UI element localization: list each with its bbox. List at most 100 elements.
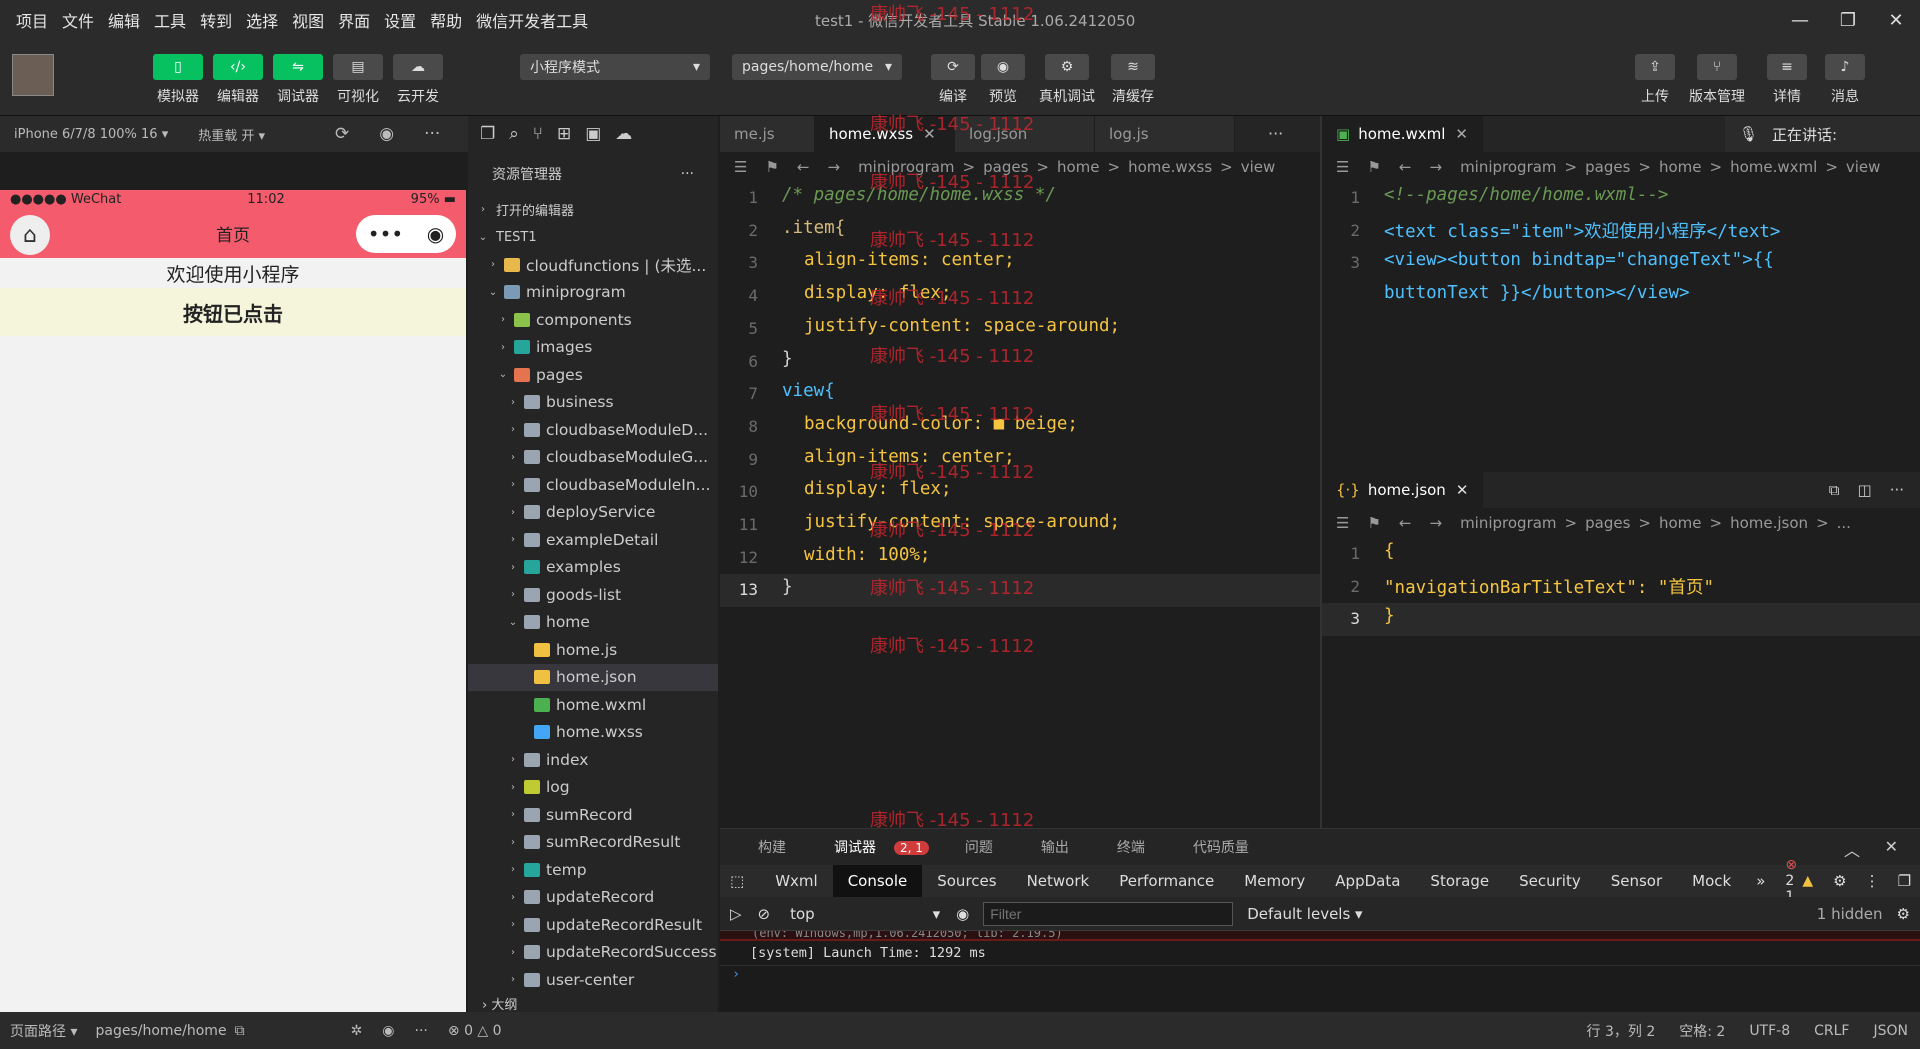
- tree-item[interactable]: › exampleDetail: [468, 526, 718, 554]
- forward-icon[interactable]: →: [1429, 158, 1442, 176]
- hot-reload-toggle[interactable]: 热重载 开 ▾: [198, 125, 265, 144]
- maximize-icon[interactable]: ❐: [1824, 0, 1872, 40]
- tree-item[interactable]: › components: [468, 306, 718, 334]
- tree-item[interactable]: home.wxml: [468, 691, 718, 719]
- breadcrumb-item[interactable]: miniprogram: [858, 158, 954, 176]
- panel-tab[interactable]: 构建: [734, 837, 810, 857]
- tree-item[interactable]: › log: [468, 774, 718, 802]
- menu-item-2[interactable]: 编辑: [101, 8, 147, 32]
- toolbar-right-btn-3[interactable]: ♪ 消息: [1810, 54, 1880, 106]
- tree-item[interactable]: › goods-list: [468, 581, 718, 609]
- devtools-tab[interactable]: Sources: [922, 865, 1011, 897]
- tab-home-wxml[interactable]: ▣ home.wxml ✕: [1322, 116, 1483, 152]
- code-line[interactable]: width: 100%;: [804, 545, 930, 565]
- tree-item[interactable]: › updateRecord: [468, 884, 718, 912]
- refresh-icon[interactable]: ⟳: [335, 124, 349, 144]
- context-select[interactable]: top ▾: [790, 905, 940, 923]
- inspect-icon[interactable]: ⬚: [720, 872, 760, 890]
- cursor-position[interactable]: 行 3，列 2: [1587, 1021, 1656, 1041]
- error-count[interactable]: ⊗ 0 △ 0: [448, 1023, 502, 1039]
- toolbar-mid-btn-2[interactable]: ⚙ 真机调试: [1032, 54, 1102, 106]
- language-mode[interactable]: JSON: [1873, 1023, 1908, 1039]
- code-line[interactable]: <view><button bindtap="changeText">{{: [1384, 250, 1774, 270]
- menu-item-1[interactable]: 文件: [55, 8, 101, 32]
- editor-tab[interactable]: log.json: [955, 116, 1095, 152]
- panel-tab[interactable]: 代码质量: [1169, 837, 1273, 857]
- code-line[interactable]: }: [782, 577, 793, 597]
- devtools-tab[interactable]: Network: [1012, 865, 1105, 897]
- collapse-icon[interactable]: ︿: [1844, 837, 1860, 861]
- tab-home-json[interactable]: {·} home.json ✕: [1322, 472, 1484, 508]
- panel-tab[interactable]: 终端: [1093, 837, 1169, 857]
- tree-item[interactable]: › updateRecordResult: [468, 911, 718, 939]
- breadcrumb-item[interactable]: >: [1710, 514, 1723, 532]
- breadcrumb-item[interactable]: >: [1825, 158, 1838, 176]
- tree-item[interactable]: › updateRecordSuccess: [468, 939, 718, 967]
- clicked-button[interactable]: 按钮已点击: [0, 288, 466, 336]
- menu-item-5[interactable]: 选择: [239, 8, 285, 32]
- extensions-icon[interactable]: ⊞: [557, 124, 571, 144]
- close-icon[interactable]: ✕: [1455, 125, 1468, 143]
- tree-item[interactable]: home.js: [468, 636, 718, 664]
- settings-icon[interactable]: ⚙: [1897, 905, 1910, 923]
- panel-tab[interactable]: 调试器 2, 1: [810, 837, 941, 857]
- code-line[interactable]: <!--pages/home/home.wxml-->: [1384, 185, 1668, 205]
- editor-tab[interactable]: log.js: [1095, 116, 1235, 152]
- code-line[interactable]: "navigationBarTitleText": "首页": [1384, 574, 1714, 599]
- more-tabs-icon[interactable]: »: [1746, 872, 1775, 890]
- split-icon[interactable]: ◫: [1858, 481, 1872, 499]
- breadcrumb-item[interactable]: home: [1659, 514, 1702, 532]
- dock-icon[interactable]: ❐: [1888, 872, 1920, 890]
- back-icon[interactable]: ←: [1399, 158, 1412, 176]
- toolbar-right-btn-0[interactable]: ⇪ 上传: [1620, 54, 1690, 106]
- code-line[interactable]: align-items: center;: [804, 250, 1015, 270]
- back-icon[interactable]: ←: [1399, 514, 1412, 532]
- devtools-tab[interactable]: Wxml: [760, 865, 833, 897]
- devtools-tab[interactable]: Console: [832, 865, 923, 897]
- more-icon[interactable]: ···: [1890, 481, 1904, 499]
- toolbar-btn-1[interactable]: ‹/› 编辑器: [208, 54, 268, 106]
- code-line[interactable]: buttonText }}</button></view>: [1384, 283, 1690, 303]
- toolbar-btn-2[interactable]: ⇋ 调试器: [268, 54, 328, 106]
- tree-item[interactable]: ⌄ miniprogram: [468, 279, 718, 307]
- tree-item[interactable]: › temp: [468, 856, 718, 884]
- clear-console-icon[interactable]: ⊘: [758, 905, 771, 923]
- menu-item-8[interactable]: 设置: [377, 8, 423, 32]
- stop-icon[interactable]: ◉: [379, 124, 394, 144]
- bookmark-icon[interactable]: ⚑: [1367, 158, 1380, 176]
- open-editors[interactable]: › 打开的编辑器: [468, 196, 718, 224]
- menu-item-0[interactable]: 项目: [0, 8, 55, 32]
- close-icon[interactable]: ✕: [923, 125, 936, 143]
- breadcrumb-item[interactable]: view: [1846, 158, 1881, 176]
- tree-item[interactable]: › business: [468, 389, 718, 417]
- files-icon[interactable]: ❐: [480, 124, 495, 144]
- filter-input[interactable]: [983, 901, 1234, 926]
- console-prompt[interactable]: ›: [720, 965, 1920, 982]
- breadcrumb-item[interactable]: miniprogram: [1460, 158, 1556, 176]
- editor-tab[interactable]: home.wxss ✕: [815, 116, 955, 152]
- devtools-tab[interactable]: Mock: [1677, 865, 1746, 897]
- mode-select[interactable]: 小程序模式 ▾: [520, 54, 710, 80]
- code-line[interactable]: {: [1384, 541, 1395, 561]
- device-select[interactable]: iPhone 6/7/8 100% 16 ▾: [14, 127, 168, 142]
- breadcrumb-item[interactable]: >: [963, 158, 976, 176]
- bug-icon[interactable]: ✲: [351, 1023, 363, 1039]
- breadcrumb-item[interactable]: >: [1638, 514, 1651, 532]
- encoding[interactable]: UTF-8: [1749, 1023, 1790, 1039]
- close-icon[interactable]: ✕: [1456, 481, 1469, 499]
- kebab-icon[interactable]: ⋮: [1857, 872, 1888, 890]
- tree-item[interactable]: home.wxss: [468, 719, 718, 747]
- tree-item[interactable]: › cloudbaseModuleD...: [468, 416, 718, 444]
- devtools-tab[interactable]: Security: [1504, 865, 1596, 897]
- tree-item[interactable]: › images: [468, 334, 718, 362]
- tree-item[interactable]: ⌄ home: [468, 609, 718, 637]
- bookmark-icon[interactable]: ⚑: [765, 158, 778, 176]
- forward-icon[interactable]: →: [827, 158, 840, 176]
- tree-item[interactable]: home.json: [468, 663, 718, 691]
- levels-select[interactable]: Default levels ▾: [1247, 905, 1362, 923]
- close-icon[interactable]: ✕: [1885, 837, 1898, 856]
- editor2-code[interactable]: 1 2 3 <!--pages/home/home.wxml--> <text clas…: [1322, 182, 1920, 472]
- git-icon[interactable]: ⑂: [533, 124, 543, 144]
- breadcrumb-item[interactable]: pages: [1585, 514, 1630, 532]
- forward-icon[interactable]: →: [1429, 514, 1442, 532]
